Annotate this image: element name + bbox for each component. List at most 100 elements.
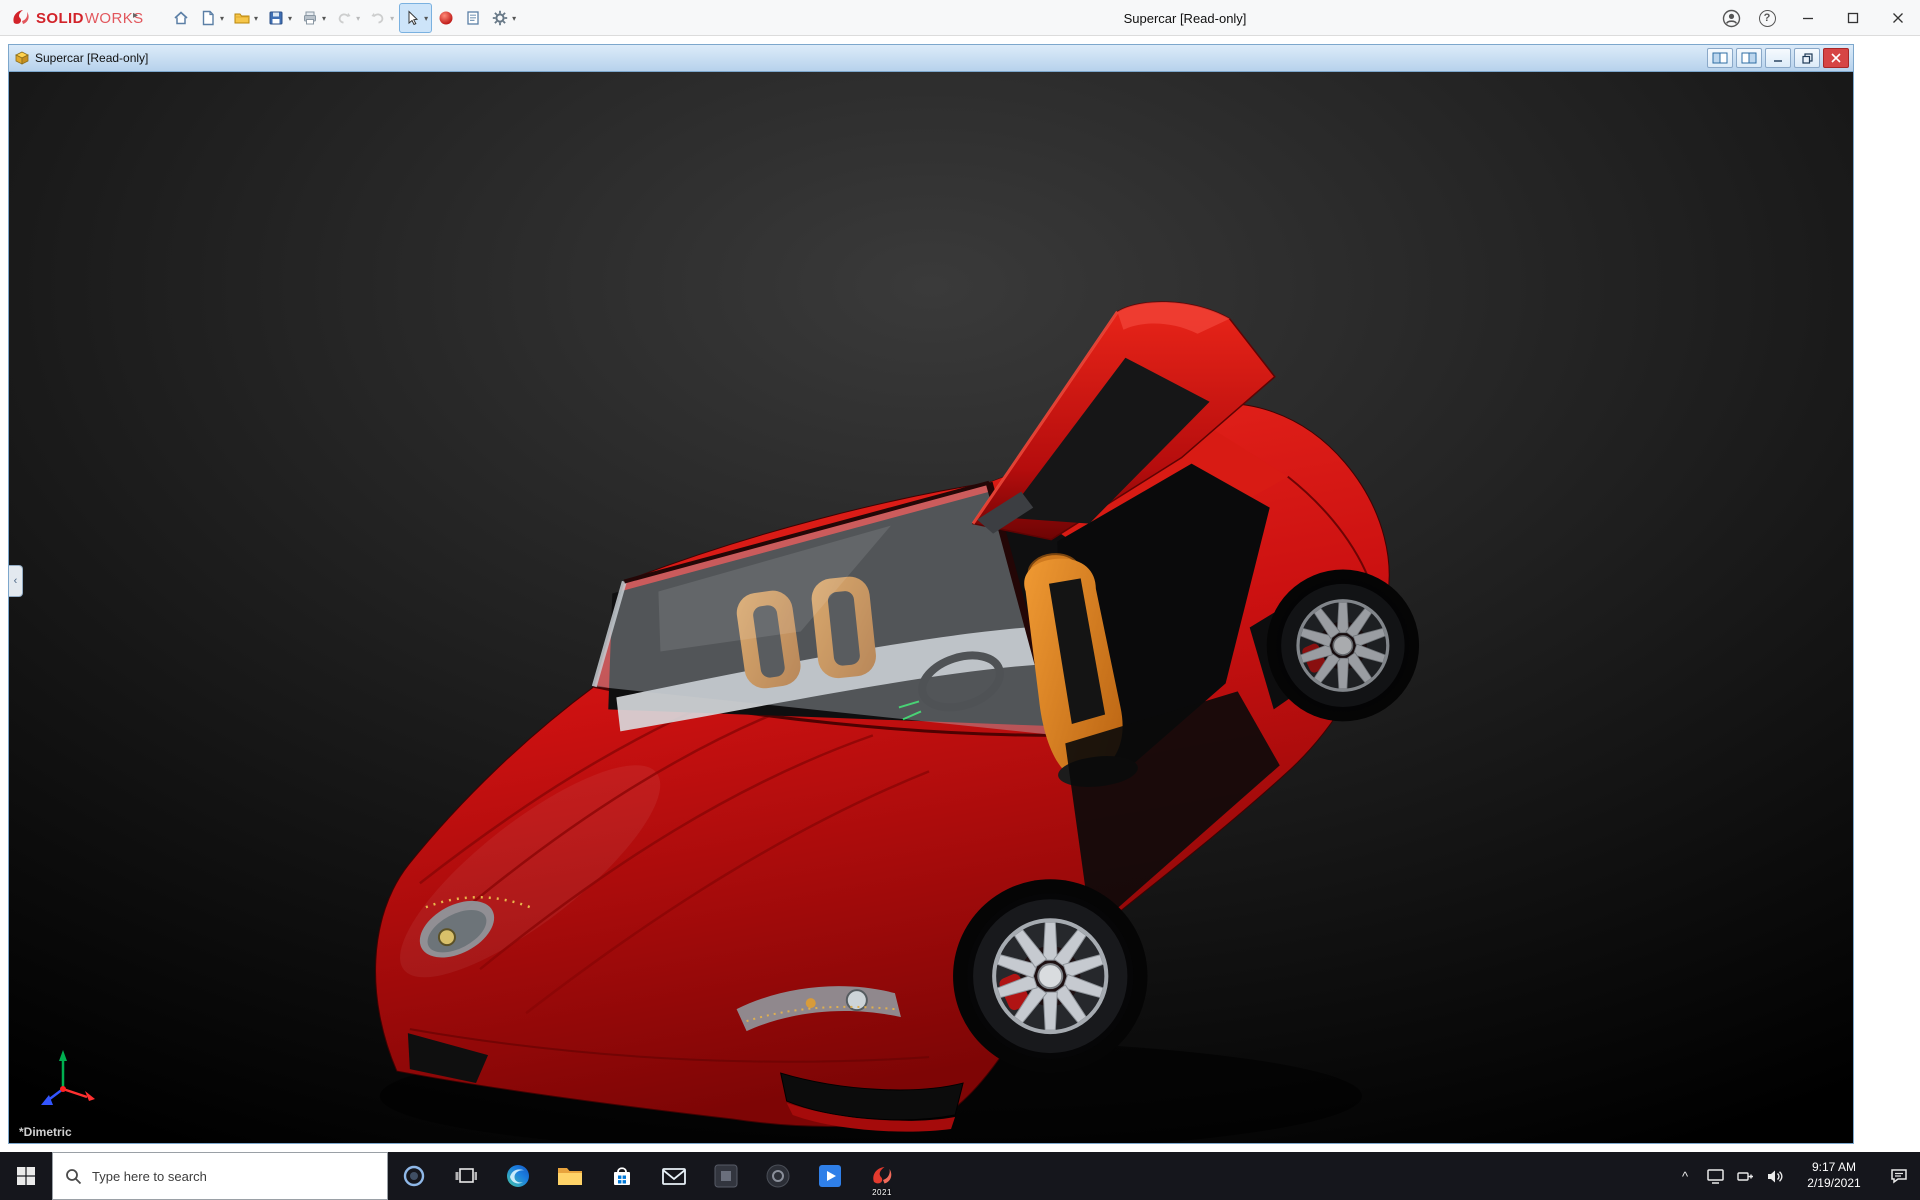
maximize-icon [1847,12,1858,24]
close-icon [1892,13,1903,23]
document-window: Supercar [Read-only] ‹ *Dimetric [8,44,1854,1144]
pane-split-left-icon [1712,52,1728,64]
document-titlebar[interactable]: Supercar [Read-only] [9,45,1853,71]
caret-down-icon[interactable]: ▾ [288,14,292,23]
pinned-app-1-button[interactable] [700,1152,752,1200]
document-close-button[interactable] [1823,48,1849,68]
windows-logo-icon [17,1167,35,1185]
cortana-icon [403,1165,425,1187]
solidworks-taskbar-button[interactable]: 2021 [856,1152,908,1200]
file-explorer-icon [558,1168,582,1185]
print-button[interactable]: ▾ [297,3,330,33]
microsoft-store-icon [614,1167,630,1185]
graphics-viewport[interactable]: ‹ *Dimetric [9,71,1853,1143]
windows-taskbar: 2021 ^ [0,1152,1920,1200]
document-restore-button[interactable] [1794,48,1820,68]
pane-split-left-button[interactable] [1707,48,1733,68]
save-icon [269,11,283,25]
redo-button[interactable]: ▾ [365,3,398,33]
solidworks-app-window: SOLID WORKS ▸ ▾ ▾ ▾ ▾ ▾ ▾ ▾ ▾ Supercar [… [0,0,1920,1200]
display-tray-button[interactable] [1700,1152,1730,1200]
clock-date: 2/19/2021 [1807,1176,1861,1190]
home-button[interactable] [168,3,194,33]
document-window-controls [1707,48,1849,68]
task-view-icon [455,1168,477,1183]
new-document-button[interactable]: ▾ [195,3,228,33]
volume-icon [1767,1170,1783,1182]
open-folder-icon [234,13,250,24]
print-icon [304,11,317,25]
taskbar-clock[interactable]: 9:17 AM 2/19/2021 [1790,1152,1878,1200]
task-view-button[interactable] [440,1152,492,1200]
caret-down-icon[interactable]: ▾ [424,14,428,23]
pinned-app-1-icon [714,1164,738,1188]
minimize-icon [1774,60,1782,62]
select-cursor-icon [408,10,419,26]
car-3d-scene[interactable] [9,72,1853,1143]
display-icon [1706,1168,1724,1184]
app-title: Supercar [Read-only] [1123,10,1247,26]
maximize-button[interactable] [1830,1,1875,36]
redo-icon [371,12,384,24]
brand-text-solid: SOLID [36,9,84,27]
solidworks-taskbar-icon [873,1167,892,1184]
main-toolbar: ▾ ▾ ▾ ▾ ▾ ▾ ▾ ▾ [168,0,520,36]
edge-button[interactable] [492,1152,544,1200]
caret-down-icon[interactable]: ▾ [390,14,394,23]
mail-button[interactable] [648,1152,700,1200]
caret-down-icon[interactable]: ▾ [254,14,258,23]
restore-icon [1801,52,1813,64]
undo-button[interactable]: ▾ [331,3,364,33]
3dexperience-button[interactable] [433,3,459,33]
document-properties-button[interactable] [460,3,486,33]
minimize-button[interactable] [1785,1,1830,36]
document-title: Supercar [Read-only] [35,51,149,65]
orientation-triad [41,1050,95,1105]
view-orientation-label: *Dimetric [19,1125,72,1139]
search-icon [66,1168,82,1184]
network-icon [1736,1171,1753,1181]
microsoft-store-button[interactable] [596,1152,648,1200]
pane-split-right-button[interactable] [1736,48,1762,68]
open-button[interactable]: ▾ [229,3,262,33]
volume-tray-button[interactable] [1760,1152,1790,1200]
close-button[interactable] [1875,1,1920,36]
caret-down-icon[interactable]: ▾ [356,14,360,23]
taskbar-search[interactable] [52,1152,388,1200]
tray-expand-button[interactable]: ^ [1670,1152,1700,1200]
front-wheel[interactable] [970,896,1130,1056]
pinned-app-2-icon [766,1164,790,1188]
titlebar-right-controls: ? [1713,0,1920,36]
save-button[interactable]: ▾ [263,3,296,33]
cortana-button[interactable] [388,1152,440,1200]
help-button[interactable]: ? [1749,0,1785,36]
solidworks-logo: SOLID WORKS [10,0,144,36]
action-center-icon [1891,1169,1907,1184]
collapsed-panel-tab[interactable]: ‹ [9,564,23,597]
edge-icon [507,1165,529,1187]
caret-down-icon[interactable]: ▾ [322,14,326,23]
start-button[interactable] [0,1152,52,1200]
action-center-button[interactable] [1878,1152,1920,1200]
account-icon [1722,9,1740,27]
app-client-area: Supercar [Read-only] ‹ *Dimetric [0,36,1920,1152]
select-tool-button[interactable]: ▾ [399,3,433,33]
file-explorer-button[interactable] [544,1152,596,1200]
pinned-app-2-button[interactable] [752,1152,804,1200]
caret-down-icon[interactable]: ▾ [220,14,224,23]
caret-down-icon[interactable]: ▾ [512,14,516,23]
home-icon [174,11,188,25]
triad-y-axis [59,1050,67,1061]
undo-icon [338,12,351,24]
account-button[interactable] [1713,0,1749,36]
menu-flyout-icon[interactable]: ▸ [133,10,138,21]
red-sphere-icon [439,11,453,25]
clock-time: 9:17 AM [1811,1160,1857,1175]
gear-icon [492,10,508,26]
pinned-app-3-button[interactable] [804,1152,856,1200]
search-input[interactable] [92,1168,352,1184]
minimize-icon [1802,17,1813,20]
network-tray-button[interactable] [1730,1152,1760,1200]
options-button[interactable]: ▾ [487,3,520,33]
document-minimize-button[interactable] [1765,48,1791,68]
